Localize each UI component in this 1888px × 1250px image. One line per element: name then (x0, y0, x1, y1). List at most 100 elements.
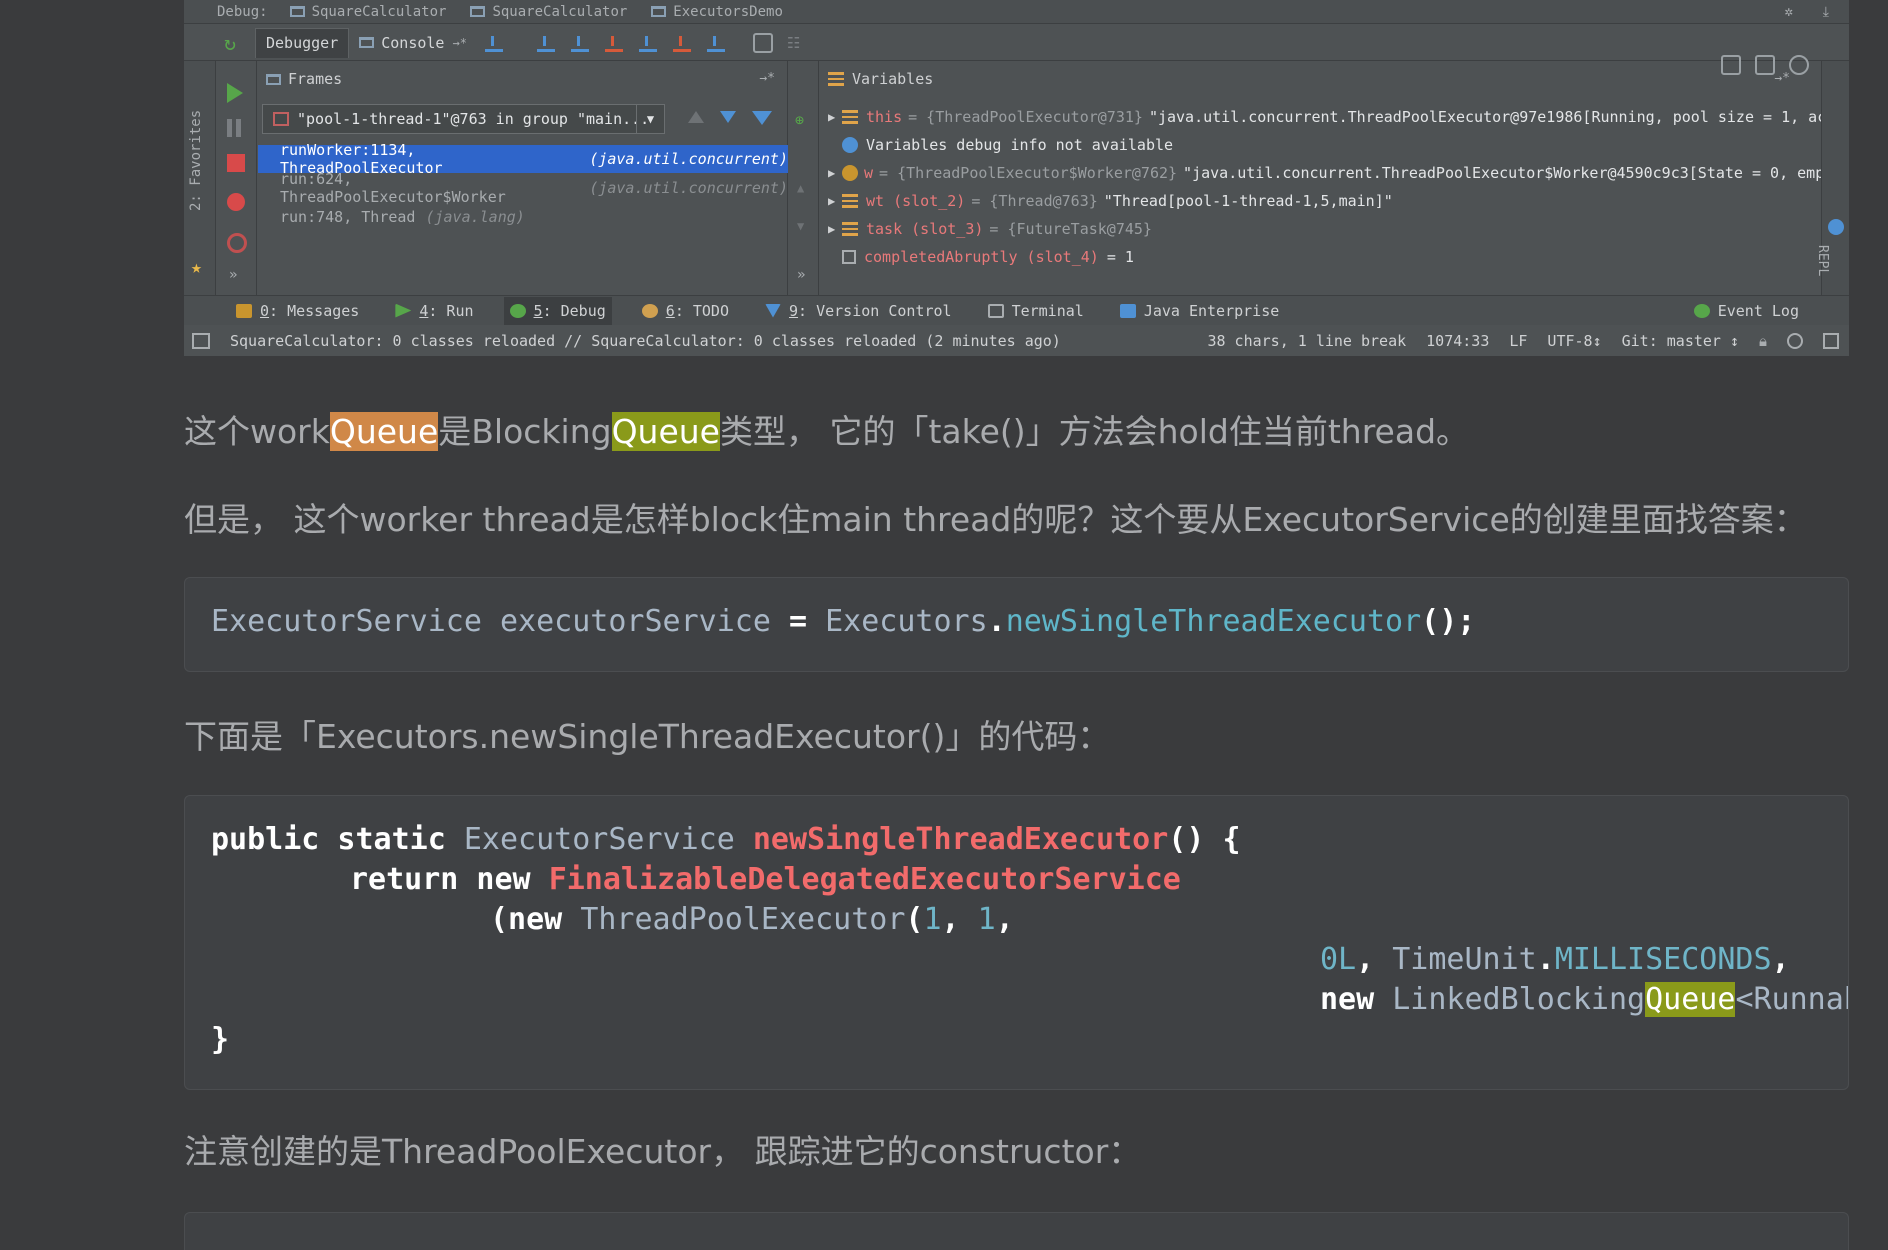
favorites-label[interactable]: 2: Favorites (188, 110, 204, 211)
pause-icon[interactable] (227, 119, 241, 137)
stop-icon[interactable] (227, 154, 245, 172)
tab-debugger[interactable]: Debugger (255, 27, 350, 58)
tab-version-control[interactable]: 9: Version Control (759, 297, 958, 325)
show-execution-point-icon[interactable] (484, 34, 503, 52)
git-branch[interactable]: Git: master ↕ (1622, 332, 1739, 350)
next-frame-icon[interactable] (720, 111, 736, 123)
more-icon[interactable]: » (229, 267, 249, 287)
debug-tab-squarecalculator-1[interactable]: SquareCalculator (289, 4, 446, 20)
expand-icon[interactable]: ▶ (820, 166, 842, 180)
expand-icon[interactable]: ▶ (820, 222, 842, 236)
python-icon[interactable] (1828, 219, 1844, 235)
search-highlight-current: Queue (329, 412, 439, 451)
toggle-tool-windows-icon[interactable] (192, 333, 210, 349)
force-step-into-icon[interactable] (604, 34, 623, 52)
frame-row[interactable]: run:624, ThreadPoolExecutor$Worker (java.… (258, 170, 788, 206)
variable-row-w[interactable]: ▶ w = {ThreadPoolExecutor$Worker@762} "jav… (820, 159, 1833, 187)
variables-icon (828, 72, 844, 86)
code-line: ExecutorService executorService = Execut… (211, 604, 1476, 639)
window-icon (470, 6, 486, 17)
file-encoding[interactable]: UTF-8↕ (1547, 332, 1601, 350)
debug-tab-executorsdemo[interactable]: ExecutorsDemo (651, 4, 783, 20)
gear-icon[interactable]: ✲ (1785, 4, 1793, 20)
previous-frame-icon[interactable] (688, 111, 704, 123)
pin-icon[interactable]: →* (759, 71, 775, 86)
window-icon (289, 6, 305, 17)
parameter-icon (842, 165, 858, 181)
variables-gutter: ⊕ ▲ ▼ » (789, 61, 819, 295)
scroll-down-icon[interactable]: ▼ (797, 219, 804, 233)
repl-strip: REPL (1815, 61, 1849, 295)
field-icon (842, 194, 858, 208)
variable-row-this[interactable]: ▶ this = {ThreadPoolExecutor@731} "java.ut… (820, 103, 1835, 131)
step-out-icon[interactable] (638, 34, 657, 52)
frame-row[interactable]: runWorker:1134, ThreadPoolExecutor (java.… (258, 141, 788, 177)
run-to-cursor-icon[interactable] (706, 34, 725, 52)
lock-icon[interactable]: 🔒︎ (1759, 332, 1767, 350)
scroll-up-icon[interactable]: ▲ (797, 181, 804, 195)
variable-row-info: Variables debug info not available (820, 131, 1173, 159)
tab-todo[interactable]: 6: TODO (636, 297, 735, 325)
boolean-icon (842, 250, 856, 264)
variables-header: Variables →* (820, 61, 1820, 97)
tab-run[interactable]: 4: Run (389, 297, 479, 325)
variable-row-wt[interactable]: ▶ wt (slot_2) = {Thread@763} "Thread[pool-… (820, 187, 1393, 215)
view-breakpoints-icon[interactable] (227, 193, 245, 211)
debugger-toolbar: ↻ Debugger Console →* ☷ (184, 25, 1849, 75)
expand-icon[interactable]: ▶ (820, 110, 842, 124)
tab-terminal[interactable]: Terminal (982, 297, 1090, 325)
stream-trace-icon[interactable]: ☷ (787, 34, 800, 52)
variable-row-task[interactable]: ▶ task (slot_3) = {FutureTask@745} (820, 215, 1158, 243)
paragraph-workqueue: 这个workQueue是BlockingQueue类型， 它的「take()」方… (184, 412, 1470, 451)
ide-debugger-screenshot: Debug: SquareCalculator SquareCalculator… (184, 0, 1849, 356)
step-into-icon[interactable] (570, 34, 589, 52)
pin-icon[interactable]: →* (1774, 71, 1790, 86)
thread-selector[interactable]: "pool-1-thread-1"@763 in group "main... … (262, 104, 665, 134)
add-watch-icon[interactable]: ⊕ (795, 111, 804, 129)
tab-java-enterprise[interactable]: Java Enterprise (1114, 297, 1285, 325)
favorites-strip: 2: Favorites ★ (184, 61, 216, 295)
tab-console[interactable]: Console →* (349, 28, 477, 58)
code-line: public static ExecutorService newSingleT… (211, 822, 1241, 857)
search-highlight: Queue (611, 412, 720, 451)
resume-icon[interactable] (227, 83, 243, 103)
code-block-new-single-thread-executor: public static ExecutorService newSingleT… (184, 795, 1849, 1090)
caret-position[interactable]: 1074:33 (1426, 332, 1489, 350)
frame-row[interactable]: run:748, Thread (java.lang) (258, 203, 788, 231)
more-icon[interactable]: » (797, 267, 805, 283)
tab-debug[interactable]: 5: Debug (503, 296, 612, 325)
memory-indicator-icon[interactable] (1823, 333, 1839, 349)
code-line: new LinkedBlockingQueue<Runnab (1320, 982, 1848, 1017)
expand-icon[interactable]: ▶ (820, 194, 842, 208)
code-line: (new ThreadPoolExecutor(1, 1, (490, 902, 1014, 937)
repl-label[interactable]: REPL (1815, 245, 1830, 276)
tab-messages[interactable]: 0: Messages (230, 297, 365, 325)
frames-header: Frames →* (258, 61, 787, 97)
evaluate-expression-icon[interactable] (752, 32, 773, 53)
code-line: } (211, 1022, 230, 1057)
drop-frame-icon[interactable] (672, 34, 691, 52)
rerun-icon[interactable]: ↻ (224, 31, 236, 55)
status-message: SquareCalculator: 0 classes reloaded // … (230, 332, 1061, 350)
frames-icon (266, 73, 281, 85)
mute-breakpoints-icon[interactable] (227, 233, 247, 253)
line-separator[interactable]: LF (1509, 332, 1527, 350)
variable-row-completed-abruptly[interactable]: completedAbruptly (slot_4) = 1 (820, 243, 1134, 271)
status-bar: SquareCalculator: 0 classes reloaded // … (184, 326, 1849, 356)
code-line: 0L, TimeUnit.MILLISECONDS, (1320, 942, 1790, 977)
debug-tab-squarecalculator-2[interactable]: SquareCalculator (470, 4, 627, 20)
chevron-down-icon[interactable]: ▼ (636, 105, 664, 133)
window-icon (651, 6, 667, 17)
code-line: return new FinalizableDelegatedExecutorS… (350, 862, 1181, 897)
paragraph-code-intro: 下面是「Executors.newSingleThreadExecutor()」… (184, 717, 1111, 756)
console-icon (359, 37, 375, 48)
inspector-icon[interactable] (1787, 333, 1803, 349)
debug-actions-strip: » (217, 61, 257, 295)
step-over-icon[interactable] (536, 34, 555, 52)
branch-icon (765, 303, 781, 318)
event-log-icon (1693, 304, 1710, 318)
variables-panel: Variables →* ▶ this = {ThreadPoolExecutor… (820, 61, 1835, 295)
filter-icon[interactable] (752, 111, 772, 125)
event-log-button[interactable]: Event Log (1693, 296, 1799, 326)
minimize-icon[interactable]: ⤓ (1823, 4, 1829, 20)
